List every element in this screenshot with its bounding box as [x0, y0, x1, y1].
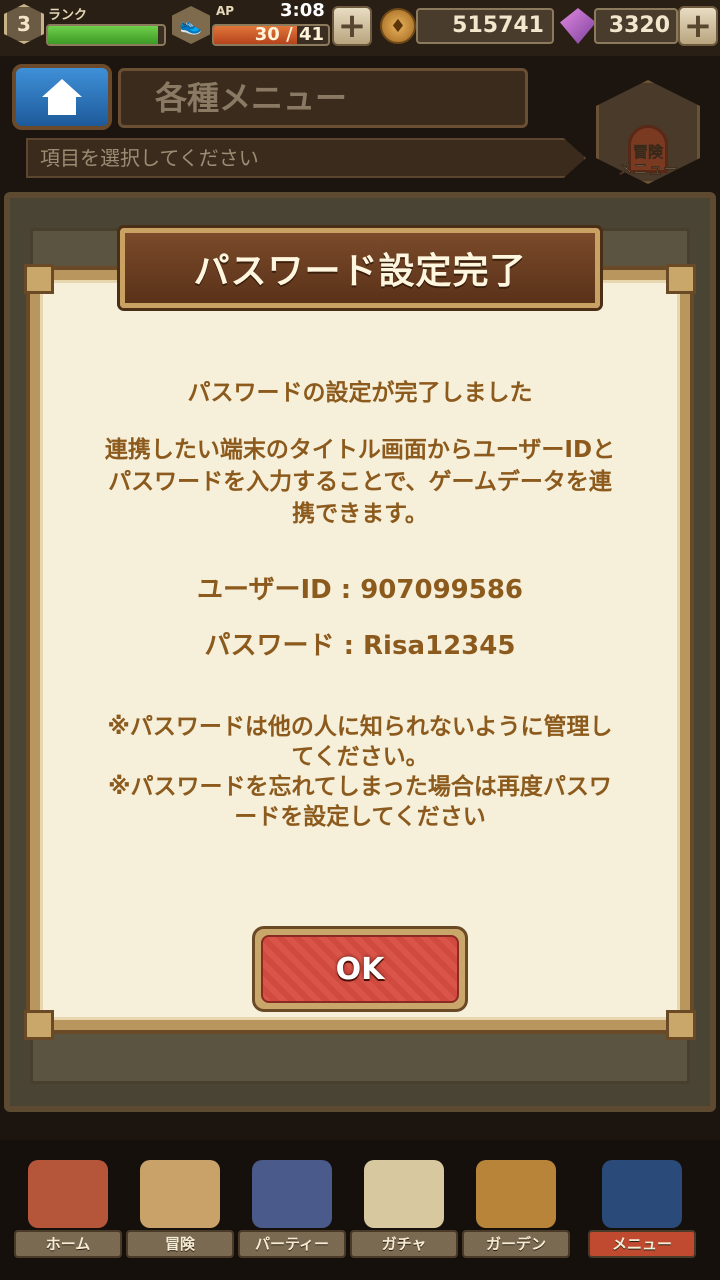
nav-item-label: ガチャ — [350, 1230, 458, 1258]
ok-label: OK — [335, 951, 385, 987]
nav-item[interactable]: ガーデン — [462, 1160, 570, 1260]
ap-plus-button[interactable]: + — [332, 6, 372, 46]
basket-icon — [476, 1160, 556, 1228]
dialog-corner — [666, 1010, 696, 1040]
house-icon — [28, 1160, 108, 1228]
nav-item[interactable]: ホーム — [14, 1160, 122, 1260]
dialog-corner — [24, 1010, 54, 1040]
page-subtitle: 項目を選択してください — [26, 138, 586, 178]
ap-recovery-time: 3:08 — [280, 0, 325, 21]
gem-count: 3320 — [594, 8, 678, 44]
rank-label: ランク — [48, 8, 88, 23]
nav-item-label: ガーデン — [462, 1230, 570, 1258]
nav-item[interactable]: 冒険 — [126, 1160, 234, 1260]
plus-icon: + — [683, 6, 713, 46]
rank-level: 3 — [17, 12, 31, 36]
dialog-message-instructions: 連携したい端末のタイトル画面からユーザーIDと パスワードを入力することで、ゲー… — [104, 437, 616, 527]
rank-progress-fill — [48, 26, 159, 44]
nav-item[interactable]: ガチャ — [350, 1160, 458, 1260]
ok-button[interactable]: OK — [252, 926, 468, 1012]
password-line: パスワード : Risa12345 — [204, 631, 516, 661]
ap-label: AP — [216, 4, 235, 18]
dialog-corner — [666, 264, 696, 294]
nav-item[interactable]: メニュー — [588, 1160, 696, 1260]
rank-progress-bar — [46, 24, 166, 46]
coin-count: 515741 — [416, 8, 554, 44]
page-title: 各種メニュー — [118, 68, 528, 128]
adventure-menu-label: 冒険 メニュー — [617, 143, 679, 178]
dialog-title: パスワード設定完了 — [193, 251, 527, 292]
nav-item[interactable]: パーティー — [238, 1160, 346, 1260]
coin-icon: ♦ — [380, 8, 416, 44]
gem-plus-button[interactable]: + — [678, 6, 718, 46]
dialog-notes: ※パスワードは他の人に知られないように管理し てください。 ※パスワードを忘れて… — [107, 714, 613, 830]
book-icon — [602, 1160, 682, 1228]
nav-item-label: パーティー — [238, 1230, 346, 1258]
dice-icon — [364, 1160, 444, 1228]
house-icon — [42, 79, 82, 115]
dialog-title-plate: パスワード設定完了 — [120, 228, 600, 308]
nav-item-label: メニュー — [588, 1230, 696, 1258]
map-icon — [140, 1160, 220, 1228]
ap-value: 30 / 41 — [254, 24, 324, 45]
nav-item-label: 冒険 — [126, 1230, 234, 1258]
plus-icon: + — [337, 6, 367, 46]
ok-button-face: OK — [261, 935, 459, 1003]
home-button[interactable] — [12, 64, 112, 130]
chess-icon — [252, 1160, 332, 1228]
dialog-message-complete: パスワードの設定が完了しました — [187, 380, 533, 406]
user-id-line: ユーザーID : 907099586 — [196, 575, 524, 605]
dialog-corner — [24, 264, 54, 294]
nav-item-label: ホーム — [14, 1230, 122, 1258]
